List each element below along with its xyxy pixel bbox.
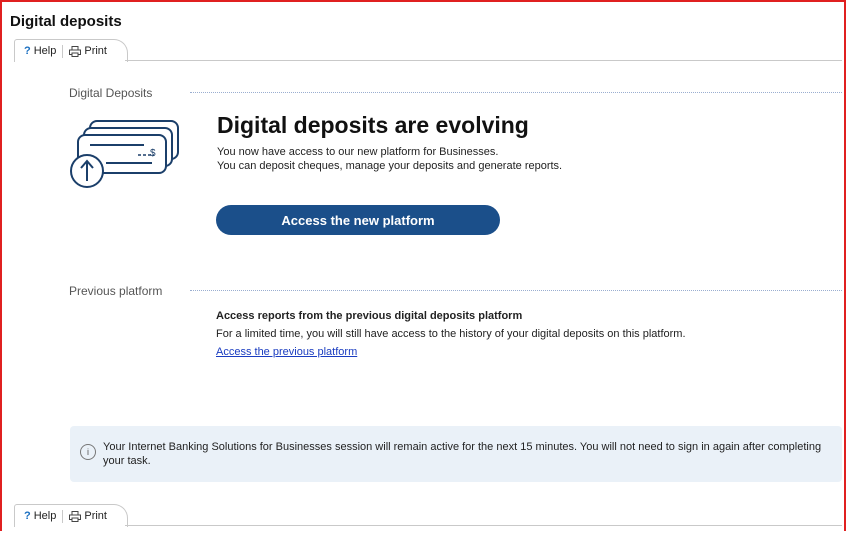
hero-heading: Digital deposits are evolving xyxy=(217,112,529,138)
section-divider-previous xyxy=(190,290,842,291)
intro-line-1: You now have access to our new platform … xyxy=(217,146,499,158)
section-label-previous-platform: Previous platform xyxy=(69,284,163,298)
section-label-digital-deposits: Digital Deposits xyxy=(69,86,153,100)
toolbar-divider-top xyxy=(125,60,842,61)
section-divider-digital xyxy=(190,92,842,93)
toolbar-separator xyxy=(62,44,64,58)
previous-description: For a limited time, you will still have … xyxy=(216,328,686,340)
print-icon xyxy=(69,510,82,522)
print-link-top[interactable]: Print xyxy=(69,45,107,57)
currency-glyph: $ xyxy=(150,148,156,159)
help-icon: ? xyxy=(24,45,31,57)
access-new-platform-button[interactable]: Access the new platform xyxy=(216,205,500,235)
session-notice: i Your Internet Banking Solutions for Bu… xyxy=(70,426,842,482)
session-notice-text: Your Internet Banking Solutions for Busi… xyxy=(103,441,822,467)
help-link-bottom[interactable]: ? Help xyxy=(24,510,56,522)
cheque-upload-icon: $ xyxy=(70,120,179,188)
access-previous-platform-link[interactable]: Access the previous platform xyxy=(216,346,357,358)
help-icon: ? xyxy=(24,510,31,522)
print-label: Print xyxy=(84,45,107,57)
help-label: Help xyxy=(33,510,57,522)
page-title: Digital deposits xyxy=(10,13,122,30)
help-link-top[interactable]: ? Help xyxy=(24,45,56,57)
toolbar-divider-bottom xyxy=(125,525,842,526)
help-label: Help xyxy=(33,45,57,57)
toolbar-top: ? Help Print xyxy=(18,40,113,62)
previous-heading: Access reports from the previous digital… xyxy=(216,310,523,322)
intro-line-2: You can deposit cheques, manage your dep… xyxy=(217,160,563,172)
info-icon: i xyxy=(80,444,96,460)
toolbar-bottom: ? Help Print xyxy=(18,505,113,527)
toolbar-separator xyxy=(62,509,64,523)
print-icon xyxy=(69,45,82,57)
print-label: Print xyxy=(84,510,107,522)
print-link-bottom[interactable]: Print xyxy=(69,510,107,522)
